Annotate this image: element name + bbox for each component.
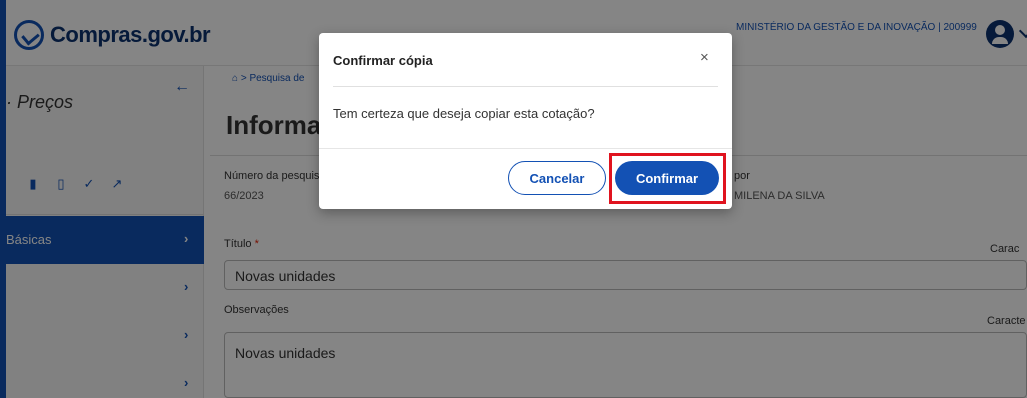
dialog-title: Confirmar cópia bbox=[333, 53, 433, 68]
cancel-button[interactable]: Cancelar bbox=[508, 161, 606, 195]
close-icon[interactable]: × bbox=[700, 49, 709, 66]
confirm-copy-dialog: Confirmar cópia × Tem certeza que deseja… bbox=[319, 33, 732, 209]
confirm-button[interactable]: Confirmar bbox=[615, 161, 719, 195]
dialog-divider bbox=[333, 86, 718, 87]
dialog-message: Tem certeza que deseja copiar esta cotaç… bbox=[333, 106, 595, 121]
dialog-footer-divider bbox=[319, 148, 732, 149]
